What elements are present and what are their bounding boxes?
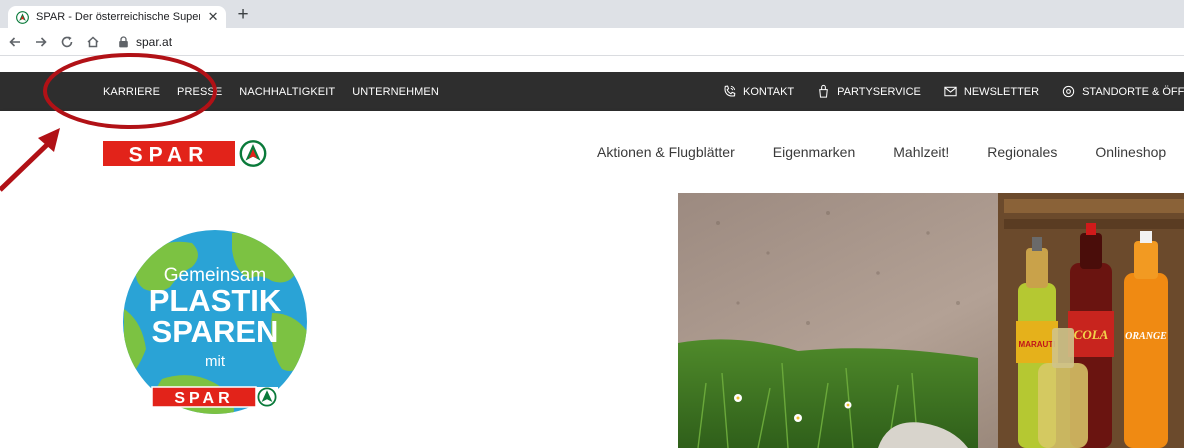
badge-line-3: SPAREN: [152, 314, 279, 349]
bottle-label-2: COLA: [1074, 327, 1109, 342]
top-link-unternehmen[interactable]: UNTERNEHMEN: [352, 86, 439, 98]
party-bag-icon: [819, 84, 828, 98]
spar-logo[interactable]: SPAR: [103, 137, 268, 170]
bottle-label-3: ORANGE: [1125, 331, 1167, 342]
badge-line-2: PLASTIK: [149, 283, 282, 318]
lock-icon: [119, 35, 128, 47]
standorte-label: STANDORTE & ÖFFN: [1082, 85, 1184, 98]
top-link-nachhaltigkeit[interactable]: NACHHALTIGKEIT: [239, 86, 335, 98]
reload-icon[interactable]: [56, 31, 78, 53]
tab-close-icon[interactable]: ✕: [206, 10, 220, 24]
top-link-kontakt[interactable]: KONTAKT: [722, 84, 794, 99]
juice-bottles: MARAUTI COLA ORANGE: [1016, 223, 1168, 448]
plastik-sparen-badge[interactable]: Gemeinsam PLASTIK SPAREN mit SPAR: [122, 229, 308, 423]
main-navigation: Aktionen & Flugblätter Eigenmarken Mahlz…: [597, 111, 1184, 193]
hero-image[interactable]: MARAUTI COLA ORANGE: [678, 193, 1184, 448]
tab-title: SPAR - Der österreichische Super: [36, 11, 201, 23]
top-bar-left-links: KARRIERE PRESSE NACHHALTIGKEIT UNTERNEHM…: [103, 72, 456, 111]
top-link-partyservice[interactable]: PARTYSERVICE: [816, 84, 921, 99]
nav-mahlzeit[interactable]: Mahlzeit!: [893, 144, 949, 160]
site-top-bar: KARRIERE PRESSE NACHHALTIGKEIT UNTERNEHM…: [0, 72, 1184, 111]
badge-line-4: mit: [205, 353, 226, 370]
location-icon: [1062, 85, 1075, 98]
badge-logo-text: SPAR: [174, 390, 233, 407]
nav-aktionen[interactable]: Aktionen & Flugblätter: [597, 144, 735, 160]
phone-icon: [724, 85, 736, 97]
bottle-label-1: MARAUTI: [1019, 340, 1056, 349]
browser-toolbar: spar.at: [0, 28, 1184, 56]
home-icon[interactable]: [82, 31, 104, 53]
nav-onlineshop[interactable]: Onlineshop: [1095, 144, 1166, 160]
url-field[interactable]: spar.at: [136, 35, 172, 49]
top-bar-right-links: KONTAKT PARTYSERVICE NEWSLETTER STANDORT…: [722, 72, 1184, 111]
browser-tab-bar: SPAR - Der österreichische Super ✕ +: [0, 0, 1184, 28]
new-tab-button[interactable]: +: [232, 5, 254, 25]
back-icon[interactable]: [4, 31, 26, 53]
partyservice-label: PARTYSERVICE: [837, 85, 921, 98]
logo-text: SPAR: [129, 144, 210, 167]
top-link-karriere[interactable]: KARRIERE: [103, 86, 160, 98]
browser-tab[interactable]: SPAR - Der österreichische Super ✕: [8, 6, 226, 28]
screenshot-root: SPAR - Der österreichische Super ✕ + spa…: [0, 0, 1184, 448]
top-link-standorte[interactable]: STANDORTE & ÖFFN: [1061, 84, 1184, 99]
kontakt-label: KONTAKT: [743, 85, 795, 98]
spar-favicon-icon: [16, 10, 29, 24]
top-link-presse[interactable]: PRESSE: [177, 86, 222, 98]
site-header: SPAR Aktionen & Flugblätter Eigenmarken …: [0, 111, 1184, 193]
nav-eigenmarken[interactable]: Eigenmarken: [773, 144, 856, 160]
nav-regionales[interactable]: Regionales: [987, 144, 1057, 160]
top-link-newsletter[interactable]: NEWSLETTER: [943, 84, 1039, 99]
newsletter-label: NEWSLETTER: [963, 85, 1040, 98]
mail-icon: [944, 86, 957, 97]
forward-icon[interactable]: [30, 31, 52, 53]
